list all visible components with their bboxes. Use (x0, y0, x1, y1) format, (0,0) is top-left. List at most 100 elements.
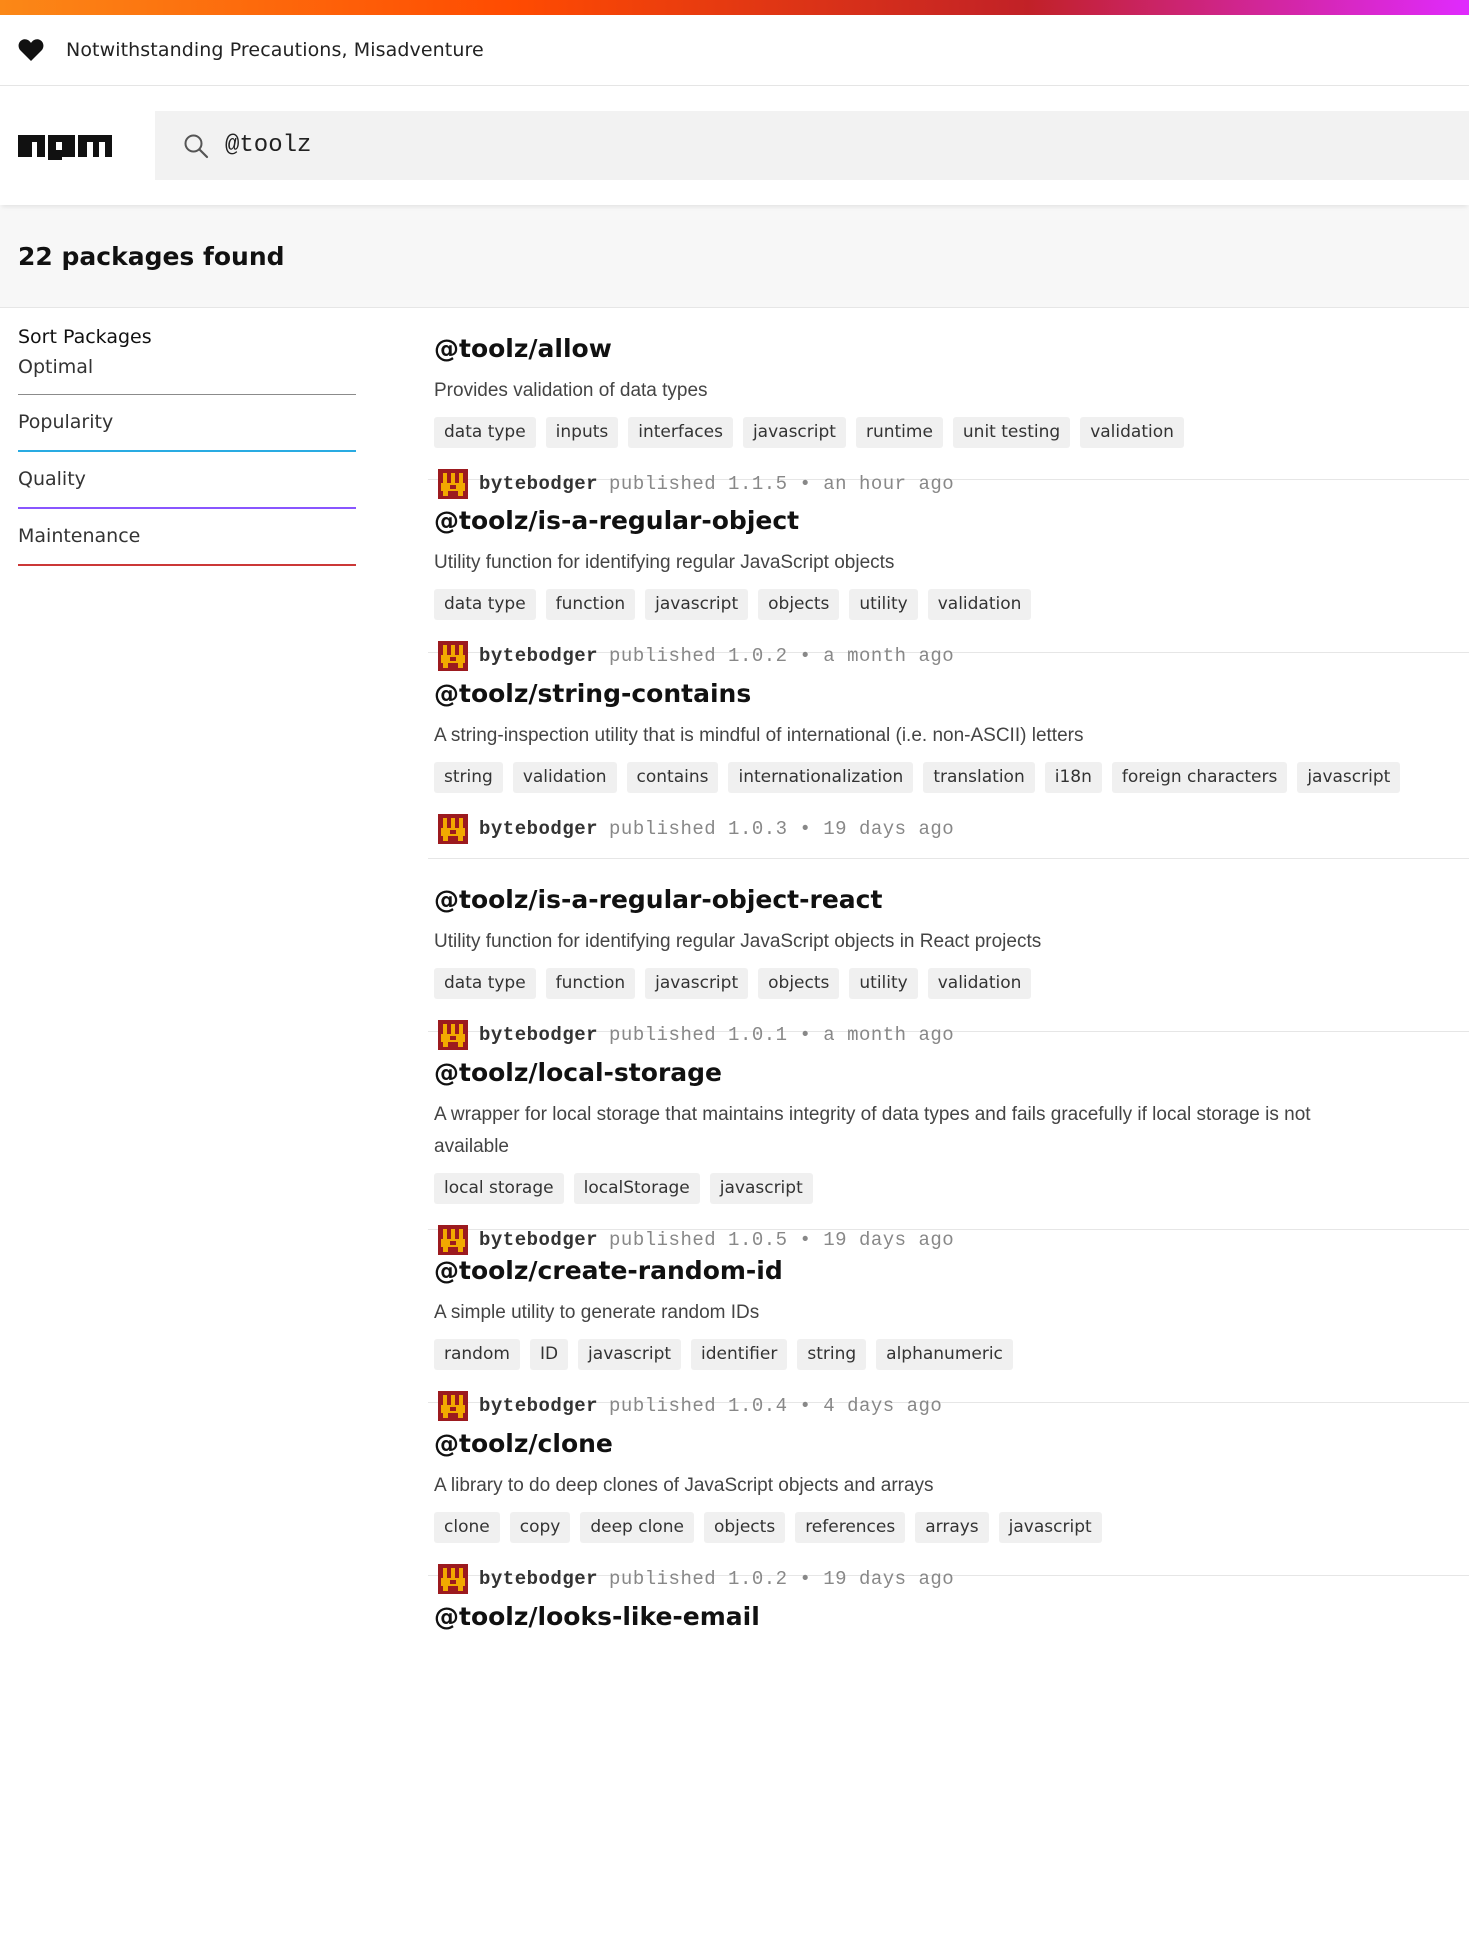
avatar[interactable] (438, 1391, 468, 1421)
sort-heading: Sort Packages (18, 326, 152, 348)
avatar[interactable] (438, 641, 468, 671)
package-item: @toolz/is-a-regular-object-react Utility … (428, 859, 1469, 1050)
keyword-tag[interactable]: internationalization (728, 762, 914, 793)
avatar[interactable] (438, 1564, 468, 1594)
keyword-tag[interactable]: references (795, 1512, 906, 1543)
package-item: @toolz/local-storage A wrapper for local … (428, 1032, 1469, 1255)
heart-icon[interactable] (18, 38, 44, 62)
keyword-tag[interactable]: data type (434, 589, 536, 620)
package-name-link[interactable]: @toolz/is-a-regular-object-react (434, 859, 1469, 915)
package-meta: bytebodger published 1.0.3 • 19 days ago (434, 811, 1469, 847)
keyword-tag[interactable]: clone (434, 1512, 500, 1543)
keyword-tag[interactable]: deep clone (580, 1512, 694, 1543)
keyword-tag[interactable]: local storage (434, 1173, 564, 1204)
search-bar[interactable] (155, 111, 1469, 180)
keyword-tag[interactable]: function (545, 589, 636, 620)
keyword-tag[interactable]: utility (849, 968, 918, 999)
author-link[interactable]: bytebodger (479, 818, 598, 840)
top-banner: Notwithstanding Precautions, Misadventur… (0, 15, 1469, 86)
author-link[interactable]: bytebodger (479, 1568, 598, 1590)
keyword-tag[interactable]: ID (529, 1339, 569, 1370)
npm-logo[interactable] (18, 132, 112, 160)
avatar[interactable] (438, 1020, 468, 1050)
keyword-tag[interactable]: validation (927, 968, 1032, 999)
keyword-tag[interactable]: validation (1080, 417, 1184, 448)
avatar[interactable] (438, 814, 468, 844)
package-keywords: data type inputs interfaces javascript runti… (434, 417, 1469, 458)
keyword-tag[interactable]: string (434, 762, 503, 793)
keyword-tag[interactable]: i18n (1044, 762, 1102, 793)
keyword-tag[interactable]: javascript (645, 968, 749, 999)
banner-text[interactable]: Notwithstanding Precautions, Misadventur… (66, 39, 484, 61)
sort-optimal[interactable]: Optimal (18, 352, 356, 395)
keyword-tag[interactable]: javascript (1297, 762, 1401, 793)
sort-quality[interactable]: Quality (18, 452, 356, 509)
keyword-tag[interactable]: validation (927, 589, 1032, 620)
publish-info: published 1.1.5 • an hour ago (609, 473, 955, 495)
keyword-tag[interactable]: runtime (855, 417, 943, 448)
avatar[interactable] (438, 1225, 468, 1255)
keyword-tag[interactable]: string (797, 1339, 867, 1370)
keyword-tag[interactable]: javascript (645, 589, 749, 620)
author-link[interactable]: bytebodger (479, 473, 598, 495)
package-description: Utility function for identifying regular… (434, 931, 1042, 952)
keyword-tag[interactable]: translation (923, 762, 1035, 793)
keyword-tag[interactable]: data type (434, 968, 536, 999)
package-description: A simple utility to generate random IDs (434, 1302, 760, 1323)
keyword-tag[interactable]: objects (758, 968, 840, 999)
package-keywords: data type function javascript objects utilit… (434, 589, 1469, 630)
package-keywords: data type function javascript objects utilit… (434, 968, 1469, 1009)
keyword-tag[interactable]: javascript (709, 1173, 813, 1204)
sort-popularity[interactable]: Popularity (18, 395, 356, 452)
search-input[interactable] (225, 132, 1225, 159)
keyword-tag[interactable]: contains (626, 762, 719, 793)
author-link[interactable]: bytebodger (479, 645, 598, 667)
publish-info: published 1.0.3 • 19 days ago (609, 818, 955, 840)
results-bar: 22 packages found (0, 205, 1469, 308)
package-keywords: local storage localStorage javascript (434, 1173, 1469, 1214)
keyword-tag[interactable]: arrays (915, 1512, 989, 1543)
sort-maintenance[interactable]: Maintenance (18, 509, 356, 566)
publish-info: published 1.0.5 • 19 days ago (609, 1229, 955, 1251)
package-list: @toolz/allow Provides validation of data … (428, 308, 1469, 1636)
keyword-tag[interactable]: data type (434, 417, 536, 448)
author-link[interactable]: bytebodger (479, 1395, 598, 1417)
keyword-tag[interactable]: interfaces (628, 417, 733, 448)
main-content: Sort Packages Optimal Popularity Quality… (0, 308, 1469, 1636)
avatar[interactable] (438, 469, 468, 499)
keyword-tag[interactable]: javascript (998, 1512, 1102, 1543)
keyword-tag[interactable]: objects (703, 1512, 786, 1543)
package-description: A string-inspection utility that is mind… (434, 725, 1084, 746)
keyword-tag[interactable]: utility (849, 589, 918, 620)
package-item: @toolz/allow Provides validation of data … (428, 308, 1469, 499)
keyword-tag[interactable]: javascript (578, 1339, 682, 1370)
sort-sidebar: Sort Packages Optimal Popularity Quality… (0, 308, 356, 1636)
keyword-tag[interactable]: javascript (742, 417, 846, 448)
keyword-tag[interactable]: inputs (545, 417, 619, 448)
package-keywords: string validation contains internationaliza… (434, 762, 1469, 803)
keyword-tag[interactable]: identifier (691, 1339, 788, 1370)
author-link[interactable]: bytebodger (479, 1024, 598, 1046)
keyword-tag[interactable]: random (434, 1339, 520, 1370)
keyword-tag[interactable]: unit testing (952, 417, 1071, 448)
keyword-tag[interactable]: alphanumeric (876, 1339, 1013, 1370)
package-name-link[interactable]: @toolz/allow (434, 308, 1469, 364)
publish-info: published 1.0.2 • a month ago (609, 645, 955, 667)
keyword-tag[interactable]: function (545, 968, 636, 999)
publish-info: published 1.0.1 • a month ago (609, 1024, 955, 1046)
results-count: 22 packages found (18, 241, 285, 271)
author-link[interactable]: bytebodger (479, 1229, 598, 1251)
publish-info: published 1.0.4 • 4 days ago (609, 1395, 943, 1417)
publish-info: published 1.0.2 • 19 days ago (609, 1568, 955, 1590)
site-header (0, 86, 1469, 205)
package-keywords: clone copy deep clone objects references arra… (434, 1512, 1469, 1553)
keyword-tag[interactable]: foreign characters (1111, 762, 1288, 793)
keyword-tag[interactable]: localStorage (573, 1173, 700, 1204)
search-icon (184, 134, 209, 158)
package-description: A wrapper for local storage that maintai… (434, 1104, 1311, 1157)
keyword-tag[interactable]: validation (512, 762, 617, 793)
keyword-tag[interactable]: objects (758, 589, 840, 620)
top-gradient-stripe (0, 0, 1469, 15)
keyword-tag[interactable]: copy (509, 1512, 571, 1543)
package-item: @toolz/string-contains A string-inspectio… (428, 653, 1469, 859)
